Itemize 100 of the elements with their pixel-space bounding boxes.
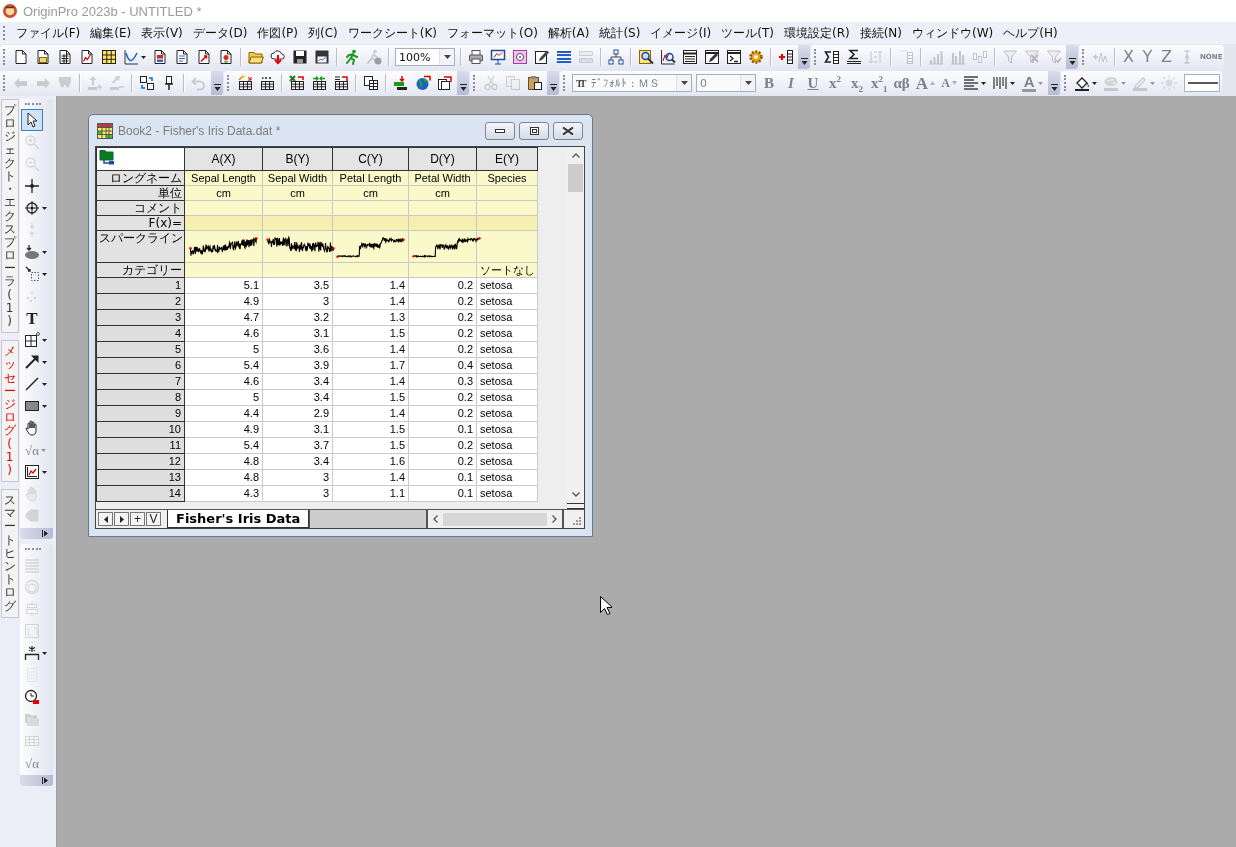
table-cell: 3.6 xyxy=(262,341,333,358)
table-cell: 3 xyxy=(262,469,333,486)
toolbar-grip[interactable] xyxy=(25,103,41,107)
caret-icon xyxy=(42,651,47,655)
column-header[interactable]: D(Y) xyxy=(408,147,477,171)
table-cell: 4.3 xyxy=(184,485,263,502)
menu-item[interactable]: 作図(P) xyxy=(252,22,303,44)
table-cell: 0.2 xyxy=(408,309,477,326)
menu-item[interactable]: 統計(S) xyxy=(594,22,646,44)
table-cell: 4.7 xyxy=(184,309,263,326)
toolbar-grip[interactable] xyxy=(1082,49,1086,65)
toolbar-overflow-button[interactable] xyxy=(20,528,53,539)
toolbar-grip[interactable] xyxy=(25,548,41,552)
table-cell: 1.4 xyxy=(332,405,409,422)
table-cell: 3.7 xyxy=(262,437,333,454)
menu-item[interactable]: 列(C) xyxy=(303,22,343,44)
table-cell: 4.6 xyxy=(184,325,263,342)
toolbar-grip[interactable] xyxy=(3,49,7,65)
toolbar-grip[interactable] xyxy=(227,75,231,91)
close-button[interactable] xyxy=(553,121,583,140)
scrollbar-thumb[interactable] xyxy=(443,512,547,526)
toolbar-grip[interactable] xyxy=(563,75,567,91)
next-sheet-button[interactable] xyxy=(114,512,129,526)
table-cell: setosa xyxy=(476,277,538,294)
text-tool-button[interactable]: T xyxy=(21,307,43,329)
menu-item[interactable]: 接続(N) xyxy=(854,22,908,44)
dock-tab[interactable]: スマートヒントログ xyxy=(0,489,19,618)
table-cell: 1.5 xyxy=(332,325,409,342)
column-header[interactable]: A(X) xyxy=(184,147,263,171)
sheet-tab[interactable]: Fisher's Iris Data xyxy=(167,510,310,528)
chevron-down-icon xyxy=(571,492,580,497)
table-cell: 5 xyxy=(184,389,263,406)
column-header[interactable]: C(Y) xyxy=(332,147,409,171)
menu-item[interactable]: ツール(T) xyxy=(716,22,779,44)
table-cell: 3.2 xyxy=(262,309,333,326)
previous-sheet-button[interactable] xyxy=(98,512,113,526)
chevron-up-icon xyxy=(571,153,580,158)
dock-tab[interactable]: メッセージログ (1) xyxy=(0,340,19,483)
scrollbar-thumb[interactable] xyxy=(568,164,583,192)
menu-item[interactable]: データ(D) xyxy=(187,22,253,44)
menu-item[interactable]: 環境設定(R) xyxy=(779,22,855,44)
menu-item[interactable]: イメージ(I) xyxy=(645,22,717,44)
table-cell: 3.1 xyxy=(262,421,333,438)
caret-icon xyxy=(42,382,47,386)
menu-item[interactable]: 編集(E) xyxy=(85,22,137,44)
overflow-caret-icon xyxy=(213,84,221,91)
table-cell: setosa xyxy=(476,485,538,502)
corner-cell[interactable] xyxy=(96,147,185,171)
resize-grip-icon xyxy=(572,516,582,526)
toolbar-overflow-button[interactable] xyxy=(547,71,559,95)
column-header[interactable]: E(Y) xyxy=(476,147,538,171)
table-cell: setosa xyxy=(476,405,538,422)
caret-icon xyxy=(1092,81,1098,85)
dock-tab[interactable]: プロジェクト・エクスプローラ (1) xyxy=(0,99,19,334)
menu-item[interactable]: 解析(A) xyxy=(542,22,595,44)
toolbar-overflow-button[interactable] xyxy=(798,45,810,69)
line-style-combo[interactable] xyxy=(1184,74,1221,92)
table-cell: setosa xyxy=(476,469,538,486)
column-header[interactable]: B(Y) xyxy=(262,147,333,171)
toolbar-grip[interactable] xyxy=(473,75,477,91)
menu-grip[interactable] xyxy=(3,26,7,40)
overflow-caret-icon xyxy=(800,58,808,65)
menu-item[interactable]: ウィンドウ(W) xyxy=(907,22,999,44)
table-cell: 1.7 xyxy=(332,357,409,374)
sheet-nav-button[interactable]: + xyxy=(130,512,145,526)
toolbar-overflow-button[interactable] xyxy=(211,71,223,95)
table-cell: 1.4 xyxy=(332,293,409,310)
menu-item[interactable]: ヘルプ(H) xyxy=(998,22,1063,44)
dropdown-button[interactable] xyxy=(439,49,454,65)
folder-link-icon xyxy=(99,149,115,165)
combo-box[interactable]: 100% xyxy=(395,48,455,66)
toolbar-overflow-button[interactable] xyxy=(1048,71,1061,95)
restore-button[interactable] xyxy=(519,121,549,140)
toolbar-grip[interactable] xyxy=(3,75,7,91)
table-cell: 5.4 xyxy=(184,437,263,454)
font-type-mark: TT xyxy=(575,77,585,89)
table-cell: 3.4 xyxy=(262,389,333,406)
toolbar-overflow-button[interactable] xyxy=(457,71,469,95)
table-cell: setosa xyxy=(476,357,538,374)
caret-icon xyxy=(1010,81,1016,85)
menu-item[interactable]: 表示(V) xyxy=(136,22,188,44)
chevron-right-icon xyxy=(552,515,557,523)
table-cell: 1.3 xyxy=(332,309,409,326)
table-cell: setosa xyxy=(476,341,538,358)
caret-icon xyxy=(1150,81,1156,85)
toolbar-overflow-button[interactable] xyxy=(20,775,53,786)
sheet-nav-button[interactable]: V xyxy=(146,512,161,526)
menu-item[interactable]: ワークシート(K) xyxy=(342,22,442,44)
table-cell: 4.9 xyxy=(184,421,263,438)
toolbar-overflow-button[interactable] xyxy=(1066,45,1078,69)
toolbar-grip[interactable] xyxy=(814,49,818,65)
caret-icon xyxy=(42,272,47,276)
menu-item[interactable]: ファイル(F) xyxy=(11,22,86,44)
close-icon xyxy=(562,126,574,135)
split-handle[interactable] xyxy=(567,503,584,509)
menu-item[interactable]: フォーマット(O) xyxy=(442,22,543,44)
minimize-button[interactable] xyxy=(485,121,515,140)
label-row-header[interactable]: スパークライン xyxy=(96,230,185,263)
increase-caret-icon xyxy=(930,81,936,85)
toolbar-grip[interactable] xyxy=(1064,75,1069,91)
